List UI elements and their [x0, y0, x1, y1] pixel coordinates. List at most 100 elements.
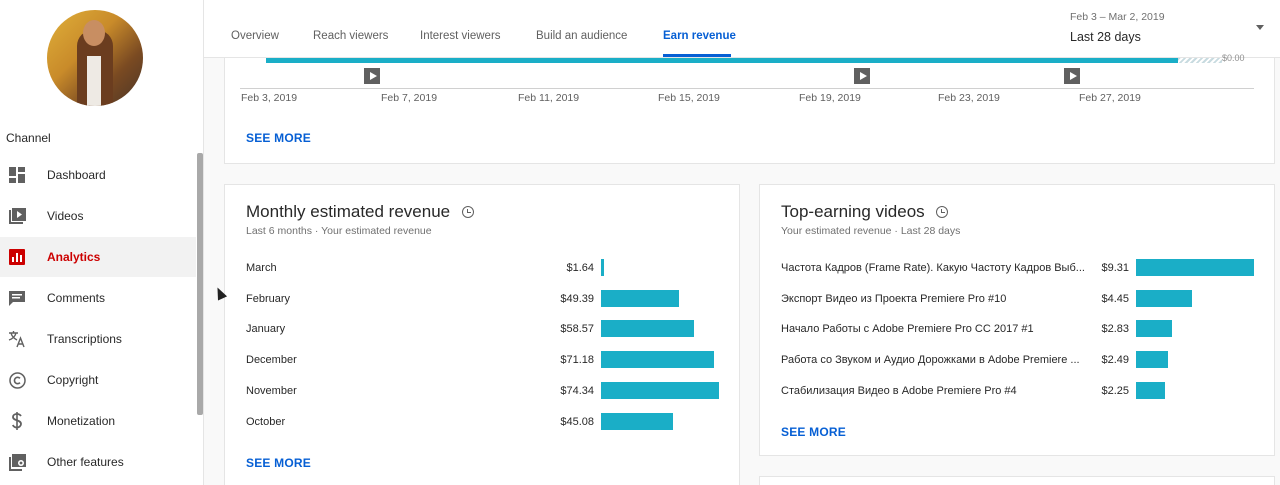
sidebar-scrollbar[interactable] — [197, 153, 203, 415]
top-earning-subtitle: Your estimated revenue · Last 28 days — [781, 225, 961, 237]
video-title-link[interactable]: Работа со Звуком и Аудио Дорожками в Ado… — [781, 354, 1089, 366]
avatar-shirt — [87, 56, 101, 106]
sidebar-item-other-features[interactable]: Other features — [0, 442, 196, 482]
revenue-bar — [1136, 381, 1165, 399]
month-label: February — [246, 292, 291, 305]
dashboard-icon — [8, 166, 26, 184]
revenue-value: $45.08 — [560, 415, 594, 428]
revenue-value: $49.39 — [560, 292, 594, 305]
date-period-selector[interactable]: Last 28 days — [1070, 30, 1141, 44]
comments-icon — [8, 289, 26, 307]
dollar-icon — [8, 412, 26, 430]
sidebar-item-transcriptions[interactable]: Transcriptions — [0, 319, 196, 359]
revenue-bar — [601, 351, 714, 369]
revenue-timeline-card: $0.00 Feb 3, 2019 Feb 7, 2019 Feb 11, 20… — [224, 53, 1275, 164]
monthly-see-more-link[interactable]: SEE MORE — [246, 456, 311, 470]
revenue-bar — [1136, 320, 1172, 338]
video-published-play-icon[interactable] — [854, 68, 870, 84]
tab-reach-viewers[interactable]: Reach viewers — [313, 30, 388, 42]
sidebar-section-label: Channel — [6, 131, 51, 145]
sidebar-item-label: Dashboard — [47, 168, 106, 182]
video-title-link[interactable]: Стабилизация Видео в Adobe Premiere Pro … — [781, 385, 1089, 397]
sidebar-item-videos[interactable]: Videos — [0, 196, 196, 236]
timeline-tick-label: Feb 7, 2019 — [381, 92, 438, 104]
month-label: January — [246, 323, 286, 336]
analytics-icon — [8, 248, 26, 266]
sidebar-item-label: Transcriptions — [47, 332, 122, 346]
avatar-head — [83, 20, 105, 46]
revenue-bar — [601, 289, 680, 307]
analytics-header: Overview Reach viewers Interest viewers … — [204, 0, 1280, 58]
sidebar-item-analytics[interactable]: Analytics — [0, 237, 196, 277]
sidebar-item-monetization[interactable]: Monetization — [0, 401, 196, 441]
timeline-end-value: $0.00 — [1222, 53, 1245, 63]
timeline-tick-label: Feb 11, 2019 — [518, 92, 580, 104]
clock-icon[interactable] — [936, 206, 948, 218]
translate-icon — [8, 330, 26, 348]
sidebar-item-label: Other features — [47, 455, 124, 469]
revenue-bar — [601, 259, 604, 276]
timeline-tick-label: Feb 19, 2019 — [799, 92, 861, 104]
videos-icon — [8, 207, 26, 225]
top-earning-title: Top-earning videos — [781, 202, 925, 221]
timeline-tick-label: Feb 23, 2019 — [938, 92, 1000, 104]
month-label: October — [246, 415, 286, 428]
revenue-bar — [1136, 351, 1168, 369]
monthly-revenue-subtitle: Last 6 months · Your estimated revenue — [246, 225, 432, 237]
sidebar-item-copyright[interactable]: Copyright — [0, 360, 196, 400]
monthly-revenue-title: Monthly estimated revenue — [246, 202, 451, 221]
sidebar-item-label: Videos — [47, 209, 84, 223]
revenue-value: $4.45 — [1101, 292, 1129, 305]
top-earning-see-more-link[interactable]: SEE MORE — [781, 425, 846, 439]
sidebar-item-dashboard[interactable]: Dashboard — [0, 155, 196, 195]
clock-icon[interactable] — [462, 206, 474, 218]
timeline-revenue-bar — [266, 58, 1178, 63]
revenue-bar — [601, 320, 694, 338]
channel-avatar[interactable] — [47, 10, 143, 106]
monthly-revenue-card: Monthly estimated revenue Last 6 months … — [224, 184, 740, 485]
next-card — [759, 476, 1275, 485]
other-features-icon — [8, 453, 26, 471]
month-label: March — [246, 262, 277, 274]
revenue-value: $2.83 — [1101, 323, 1129, 336]
date-range-text[interactable]: Feb 3 – Mar 2, 2019 — [1070, 11, 1165, 23]
copyright-icon — [8, 371, 26, 389]
revenue-value: $2.49 — [1101, 354, 1129, 367]
revenue-bar — [601, 381, 719, 399]
revenue-bar — [1136, 289, 1193, 307]
timeline-tick-label: Feb 3, 2019 — [241, 92, 298, 104]
sidebar-item-label: Analytics — [47, 250, 101, 264]
revenue-value: $1.64 — [566, 262, 594, 274]
revenue-value: $74.34 — [560, 384, 594, 397]
timeline-tick-label: Feb 27, 2019 — [1079, 92, 1141, 104]
month-label: December — [246, 354, 297, 367]
video-title-link[interactable]: Начало Работы с Adobe Premiere Pro CC 20… — [781, 323, 1089, 335]
top-earning-videos-card: Top-earning videos Your estimated revenu… — [759, 184, 1275, 456]
month-label: November — [246, 384, 297, 397]
timeline-tick-label: Feb 15, 2019 — [658, 92, 720, 104]
video-published-play-icon[interactable] — [1064, 68, 1080, 84]
timeline-see-more-link[interactable]: SEE MORE — [246, 131, 311, 145]
video-title-link[interactable]: Частота Кадров (Frame Rate). Какую Часто… — [781, 262, 1089, 274]
tab-build-an-audience[interactable]: Build an audience — [536, 30, 627, 42]
revenue-value: $58.57 — [560, 323, 594, 336]
timeline-pending-segment — [1178, 58, 1222, 63]
revenue-bar — [1136, 259, 1254, 276]
sidebar-item-label: Copyright — [47, 373, 99, 387]
video-published-play-icon[interactable] — [364, 68, 380, 84]
revenue-value: $9.31 — [1101, 262, 1129, 274]
revenue-value: $71.18 — [560, 354, 594, 367]
tab-earn-revenue[interactable]: Earn revenue — [663, 30, 736, 42]
sidebar-item-label: Monetization — [47, 414, 116, 428]
sidebar-item-comments[interactable]: Comments — [0, 278, 196, 318]
sidebar: Channel Dashboard Videos Analytics Comme… — [0, 0, 204, 485]
revenue-value: $2.25 — [1101, 384, 1129, 397]
timeline-axis — [240, 88, 1254, 89]
tab-interest-viewers[interactable]: Interest viewers — [420, 30, 501, 42]
sidebar-item-label: Comments — [47, 291, 106, 305]
tab-overview[interactable]: Overview — [231, 30, 279, 42]
active-tab-indicator — [663, 54, 731, 57]
dropdown-caret-icon[interactable] — [1256, 25, 1264, 30]
video-title-link[interactable]: Экспорт Видео из Проекта Premiere Pro #1… — [781, 293, 1089, 305]
revenue-bar — [601, 412, 673, 430]
